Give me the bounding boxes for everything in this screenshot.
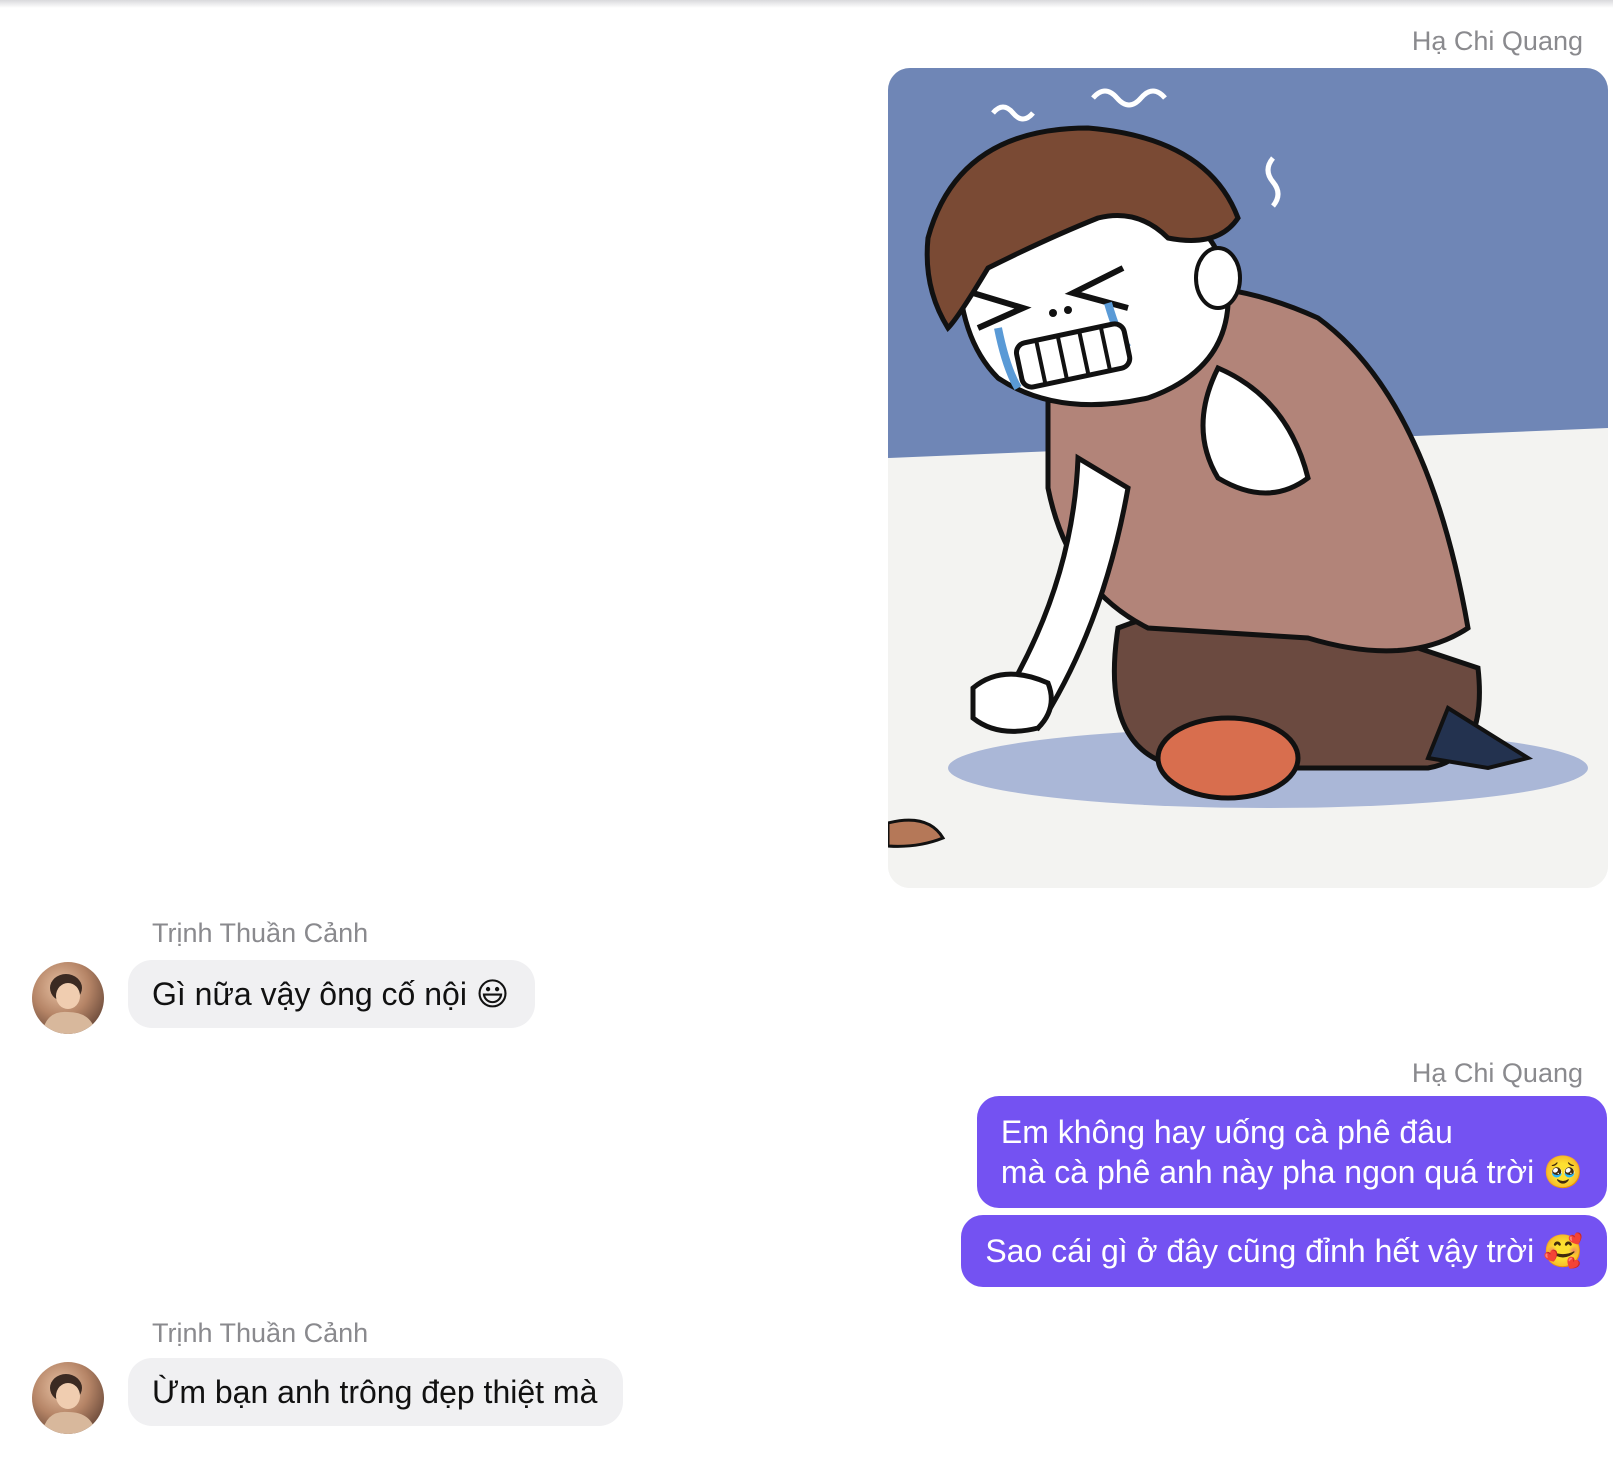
message-text: Sao cái gì ở đây cũng đỉnh hết vậy trời …: [985, 1233, 1583, 1269]
image-attachment[interactable]: [888, 68, 1608, 888]
avatar[interactable]: [32, 962, 104, 1034]
sender-name-incoming: Trịnh Thuần Cảnh: [152, 918, 369, 948]
avatar-image: [42, 1374, 96, 1434]
sender-name-incoming: Trịnh Thuần Cảnh: [152, 1318, 369, 1348]
sender-name-outgoing: Hạ Chi Quang: [1411, 26, 1583, 56]
message-bubble-outgoing[interactable]: Sao cái gì ở đây cũng đỉnh hết vậy trời …: [961, 1215, 1607, 1287]
message-bubble-incoming[interactable]: Gì nữa vậy ông cố nội 😃: [128, 960, 536, 1028]
sender-name-outgoing: Hạ Chi Quang: [1411, 1058, 1583, 1088]
top-divider: [0, 0, 1613, 8]
avatar[interactable]: [32, 1362, 104, 1434]
chat-thread[interactable]: Hạ Chi Quang Trịnh Thuần Cảnh Gì nữa vậy…: [0, 0, 1613, 1465]
message-text-line: Em không hay uống cà phê đâu: [1000, 1114, 1453, 1150]
crying-cartoon-image: [888, 68, 1608, 888]
message-text: Ừm bạn anh trông đẹp thiệt mà: [152, 1374, 598, 1410]
avatar-image: [42, 974, 96, 1034]
message-text: Gì nữa vậy ông cố nội 😃: [152, 976, 510, 1012]
message-bubble-incoming[interactable]: Ừm bạn anh trông đẹp thiệt mà: [128, 1358, 624, 1426]
message-text-line: mà cà phê anh này pha ngon quá trời 🥹: [1000, 1154, 1583, 1190]
message-bubble-outgoing[interactable]: Em không hay uống cà phê đâu mà cà phê a…: [976, 1096, 1607, 1208]
